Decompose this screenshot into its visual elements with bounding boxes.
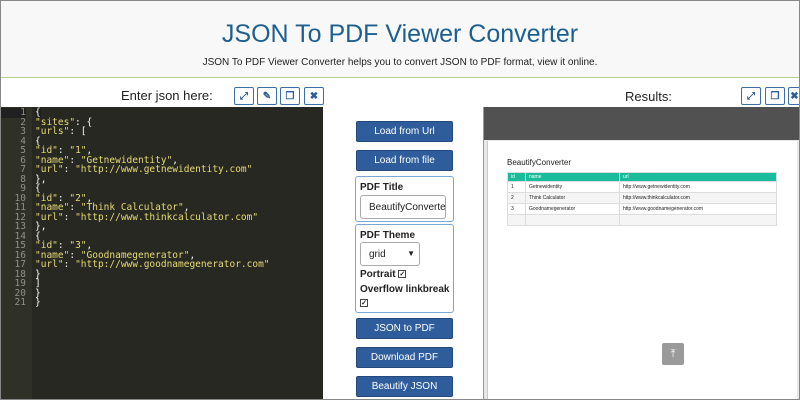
overflow-label: Overflow linkbreak bbox=[360, 284, 450, 295]
table-cell bbox=[619, 214, 777, 226]
clear-icon: ✎ bbox=[262, 90, 272, 102]
close-editor-button[interactable]: ✖ bbox=[304, 87, 324, 105]
line-number: 21 bbox=[14, 297, 26, 308]
page-title: JSON To PDF Viewer Converter bbox=[221, 20, 579, 48]
editor-line: 13}, bbox=[0, 222, 323, 232]
copy-icon: ❐ bbox=[285, 90, 295, 102]
code-text: } bbox=[35, 297, 41, 308]
overflow-checkbox-wrap: ✓ bbox=[360, 298, 368, 309]
table-cell: 2 bbox=[507, 192, 526, 204]
editor-line: 3 "urls": [ bbox=[0, 127, 323, 137]
editor-line: 18} bbox=[0, 269, 323, 280]
expand-results-button[interactable]: ⤢ bbox=[741, 87, 761, 105]
page-header: JSON To PDF Viewer Converter JSON To PDF… bbox=[0, 0, 800, 78]
page-subtitle: JSON To PDF Viewer Converter helps you t… bbox=[202, 57, 598, 68]
table-cell: http://www.thinkcalculator.com bbox=[619, 192, 777, 204]
table-row bbox=[507, 214, 777, 226]
pdf-preview-table: id name url 1 Getnewidentity http://www.… bbox=[507, 172, 777, 226]
pdf-title-label: PDF Title bbox=[360, 182, 404, 193]
editor-line: 17 "url": "http://www.goodnamegenerator.c… bbox=[0, 260, 323, 270]
overflow-option: Overflow linkbreak bbox=[360, 284, 449, 295]
copy-results-button[interactable]: ❐ bbox=[765, 87, 785, 105]
pdf-viewer-toolbar bbox=[484, 107, 800, 140]
table-cell bbox=[507, 214, 526, 226]
table-cell: http://www.getnewidentity.com bbox=[619, 181, 777, 193]
column-header: url bbox=[619, 172, 777, 182]
pdf-theme-value: grid bbox=[369, 249, 386, 260]
expand-icon: ⤢ bbox=[240, 90, 248, 102]
json-input-label: Enter json here: bbox=[121, 88, 213, 103]
code-text: "urls": [ bbox=[35, 126, 87, 137]
portrait-label: Portrait bbox=[360, 269, 396, 280]
portrait-checkbox[interactable]: ✓ bbox=[398, 270, 407, 279]
table-cell: 3 bbox=[507, 203, 526, 215]
expand-icon: ⤢ bbox=[747, 90, 755, 102]
table-cell bbox=[525, 214, 620, 226]
editor-line: 8}, bbox=[0, 174, 323, 185]
close-icon: ✖ bbox=[309, 90, 319, 102]
json-to-pdf-button[interactable]: JSON to PDF bbox=[356, 318, 453, 339]
table-row: 1 Getnewidentity http://www.getnewidenti… bbox=[507, 181, 777, 193]
table-row: 3 Goodnamegenerator http://www.goodnameg… bbox=[507, 203, 777, 215]
pdf-theme-select[interactable]: grid ▼ bbox=[360, 242, 420, 266]
expand-editor-button[interactable]: ⤢ bbox=[234, 87, 254, 105]
column-header: name bbox=[525, 172, 620, 182]
editor-line: 12 "url": "http://www.thinkcalculator.com… bbox=[0, 211, 323, 223]
code-text: "url": "http://www.getnewidentity.com" bbox=[35, 164, 253, 175]
chevron-down-icon: ▼ bbox=[407, 249, 415, 258]
pdf-title-input[interactable]: BeautifyConverter bbox=[360, 195, 446, 219]
editor-line: 21} bbox=[0, 298, 323, 308]
beautify-json-button[interactable]: Beautify JSON bbox=[356, 376, 453, 397]
clear-editor-button[interactable]: ✎ bbox=[257, 87, 277, 105]
json-editor[interactable]: 1{2 "sites": {3 "urls": [4{5 "id": "1", 6 "na… bbox=[0, 107, 323, 400]
overflow-checkbox[interactable]: ✓ bbox=[360, 299, 368, 308]
results-panel: BeautifyConverter id name url 1 Getnewid… bbox=[483, 107, 800, 400]
table-header-row: id name url bbox=[507, 172, 777, 182]
download-pdf-button[interactable]: Download PDF bbox=[356, 347, 453, 368]
table-row: 2 Think Calculator http://www.thinkcalcu… bbox=[507, 192, 777, 204]
close-icon: ✖ bbox=[790, 90, 799, 102]
table-cell: Getnewidentity bbox=[525, 181, 620, 193]
arrow-up-icon: ⤒ bbox=[670, 347, 676, 360]
table-cell: Goodnamegenerator bbox=[525, 203, 620, 215]
pdf-preview-title: BeautifyConverter bbox=[507, 158, 572, 167]
pdf-theme-label: PDF Theme bbox=[360, 230, 416, 241]
pdf-page: BeautifyConverter id name url 1 Getnewid… bbox=[487, 141, 797, 400]
pdf-title-group: PDF Title BeautifyConverter bbox=[355, 176, 454, 222]
editor-lines: 1{2 "sites": {3 "urls": [4{5 "id": "1", 6 "na… bbox=[0, 108, 323, 308]
load-from-url-button[interactable]: Load from Url bbox=[356, 121, 453, 142]
table-cell: http://www.goodnamegenerator.com bbox=[619, 203, 777, 215]
scroll-to-top-button[interactable]: ⤒ bbox=[662, 343, 684, 365]
editor-line: 20} bbox=[0, 288, 323, 299]
code-text: "url": "http://www.thinkcalculator.com" bbox=[35, 211, 259, 223]
pdf-options-group: PDF Theme grid ▼ Portrait ✓ Overflow lin… bbox=[355, 224, 454, 313]
portrait-option: Portrait ✓ bbox=[360, 269, 407, 280]
copy-editor-button[interactable]: ❐ bbox=[280, 87, 300, 105]
load-from-file-button[interactable]: Load from file bbox=[356, 150, 453, 171]
editor-line: 7 "url": "http://www.getnewidentity.com" bbox=[0, 165, 323, 175]
copy-icon: ❐ bbox=[770, 90, 780, 102]
table-cell: 1 bbox=[507, 181, 526, 193]
editor-line: 19] bbox=[0, 279, 323, 289]
results-label: Results: bbox=[625, 89, 672, 104]
column-header: id bbox=[507, 172, 526, 182]
close-results-button[interactable]: ✖ bbox=[788, 87, 800, 105]
code-text: "url": "http://www.goodnamegenerator.com… bbox=[35, 259, 270, 270]
table-cell: Think Calculator bbox=[525, 192, 620, 204]
